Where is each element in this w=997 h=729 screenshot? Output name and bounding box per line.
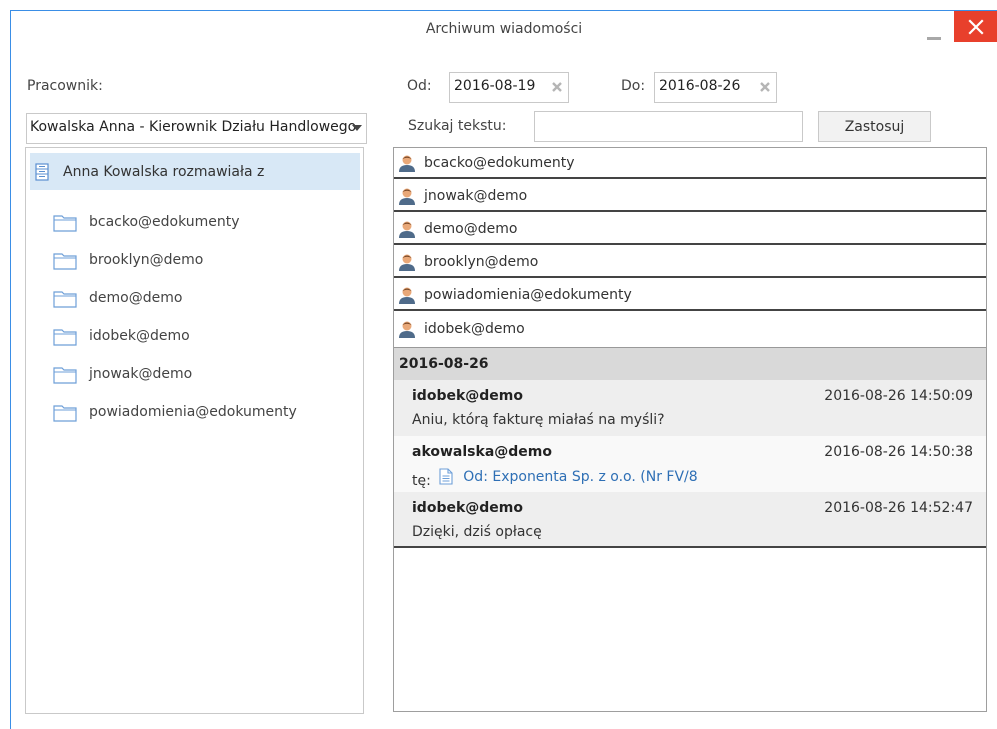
employee-select-value: Kowalska Anna - Kierownik Działu Handlow… bbox=[30, 119, 357, 135]
message-body: tę: Od: Exponenta Sp. z o.o. (Nr FV/8 bbox=[412, 468, 698, 489]
minimize-icon bbox=[927, 37, 941, 40]
tree-item[interactable]: demo@demo bbox=[53, 283, 182, 313]
from-date-value: 2016-08-19 bbox=[454, 78, 536, 94]
folder-icon bbox=[53, 366, 77, 384]
message-time: 2016-08-26 14:52:47 bbox=[824, 500, 973, 516]
tree-item-label: brooklyn@demo bbox=[89, 252, 204, 268]
tree-root-label: Anna Kowalska rozmawiała z bbox=[63, 163, 265, 180]
user-avatar-icon bbox=[399, 254, 415, 271]
user-avatar-icon bbox=[399, 221, 415, 238]
message-sender: idobek@demo bbox=[412, 500, 523, 516]
contact-name: powiadomienia@edokumenty bbox=[424, 286, 632, 303]
contact-row[interactable]: idobek@demo bbox=[394, 313, 986, 344]
contact-row[interactable]: jnowak@demo bbox=[394, 181, 986, 212]
message-prefix: tę: bbox=[412, 473, 431, 489]
contact-name: demo@demo bbox=[424, 220, 518, 237]
tree-item[interactable]: powiadomienia@edokumenty bbox=[53, 397, 297, 427]
document-icon bbox=[439, 468, 453, 485]
chevron-down-icon bbox=[352, 125, 362, 131]
minimize-button[interactable] bbox=[921, 23, 947, 45]
contact-name: bcacko@edokumenty bbox=[424, 154, 575, 171]
user-avatar-icon bbox=[399, 155, 415, 172]
folder-icon bbox=[53, 214, 77, 232]
message-time: 2016-08-26 14:50:38 bbox=[824, 444, 973, 460]
contact-row[interactable]: bcacko@edokumenty bbox=[394, 148, 986, 179]
folder-icon bbox=[53, 404, 77, 422]
folder-icon bbox=[53, 252, 77, 270]
message-time: 2016-08-26 14:50:09 bbox=[824, 388, 973, 404]
apply-button[interactable]: Zastosuj bbox=[818, 111, 931, 142]
contact-row[interactable]: brooklyn@demo bbox=[394, 247, 986, 278]
message-item[interactable]: idobek@demo 2016-08-26 14:50:09 Aniu, kt… bbox=[394, 380, 986, 436]
tree-item-label: jnowak@demo bbox=[89, 366, 193, 382]
user-avatar-icon bbox=[399, 188, 415, 205]
message-sender: akowalska@demo bbox=[412, 444, 552, 460]
message-panel: bcacko@edokumenty jnowak@demo demo@demo … bbox=[393, 147, 987, 712]
clear-from-date-icon[interactable] bbox=[550, 80, 564, 94]
clear-to-date-icon[interactable] bbox=[758, 80, 772, 94]
employee-label: Pracownik: bbox=[27, 78, 103, 94]
message-text: Aniu, którą fakturę miałaś na myśli? bbox=[412, 412, 665, 428]
title-bar: Archiwum wiadomości bbox=[11, 11, 997, 49]
from-date-input[interactable]: 2016-08-19 bbox=[449, 72, 569, 103]
to-date-value: 2016-08-26 bbox=[659, 78, 741, 94]
document-link[interactable]: Od: Exponenta Sp. z o.o. (Nr FV/8 bbox=[439, 468, 698, 485]
close-icon bbox=[968, 18, 984, 35]
tree-root[interactable]: Anna Kowalska rozmawiała z bbox=[30, 153, 360, 190]
user-avatar-icon bbox=[399, 321, 415, 338]
tree-item-label: bcacko@edokumenty bbox=[89, 214, 240, 230]
user-avatar-icon bbox=[399, 287, 415, 304]
tree-item[interactable]: idobek@demo bbox=[53, 321, 190, 351]
contact-name: idobek@demo bbox=[424, 320, 525, 337]
contact-row[interactable]: powiadomienia@edokumenty bbox=[394, 280, 986, 311]
conversation-date-header: 2016-08-26 bbox=[394, 347, 986, 380]
contact-name: jnowak@demo bbox=[424, 187, 528, 204]
message-archive-window: Archiwum wiadomości Pracownik: Kowalska … bbox=[10, 10, 997, 729]
message-item[interactable]: idobek@demo 2016-08-26 14:52:47 Dzięki, … bbox=[394, 492, 986, 548]
folder-icon bbox=[53, 290, 77, 308]
from-date-label: Od: bbox=[407, 78, 432, 94]
search-label: Szukaj tekstu: bbox=[408, 118, 507, 134]
document-link-label: Od: Exponenta Sp. z o.o. (Nr FV/8 bbox=[463, 468, 698, 485]
tree-item-label: powiadomienia@edokumenty bbox=[89, 404, 297, 420]
window-title: Archiwum wiadomości bbox=[425, 21, 583, 37]
tree-item[interactable]: jnowak@demo bbox=[53, 359, 192, 389]
search-input[interactable] bbox=[534, 111, 803, 142]
close-button[interactable] bbox=[954, 11, 997, 42]
tree-item-label: demo@demo bbox=[89, 290, 183, 306]
tree-item-label: idobek@demo bbox=[89, 328, 190, 344]
message-text: Dzięki, dziś opłacę bbox=[412, 524, 542, 540]
message-sender: idobek@demo bbox=[412, 388, 523, 404]
folder-icon bbox=[53, 328, 77, 346]
contact-row[interactable]: demo@demo bbox=[394, 214, 986, 245]
contact-name: brooklyn@demo bbox=[424, 253, 539, 270]
employee-select[interactable]: Kowalska Anna - Kierownik Działu Handlow… bbox=[26, 113, 367, 144]
message-item[interactable]: akowalska@demo 2016-08-26 14:50:38 tę: O… bbox=[394, 436, 986, 492]
address-book-icon bbox=[35, 162, 49, 181]
to-date-label: Do: bbox=[621, 78, 646, 94]
to-date-input[interactable]: 2016-08-26 bbox=[654, 72, 777, 103]
conversation-tree: Anna Kowalska rozmawiała z bcacko@edokum… bbox=[25, 147, 364, 714]
tree-item[interactable]: brooklyn@demo bbox=[53, 245, 203, 275]
tree-item[interactable]: bcacko@edokumenty bbox=[53, 207, 240, 237]
